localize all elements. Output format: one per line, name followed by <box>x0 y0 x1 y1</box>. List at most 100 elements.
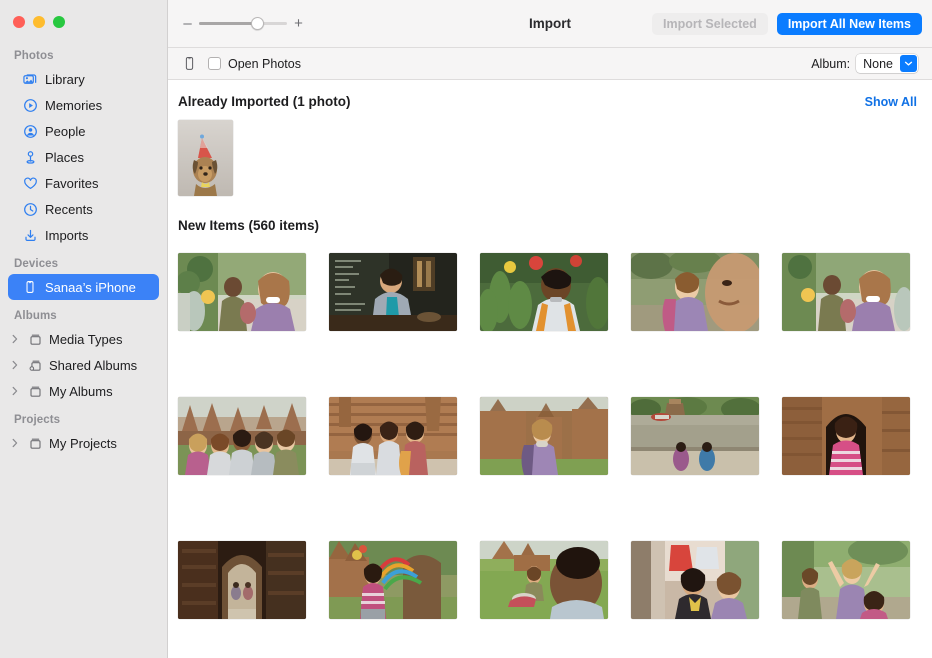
photo-image <box>480 541 608 619</box>
sidebar-item-label: Library <box>45 73 85 86</box>
iphone-icon <box>182 57 196 71</box>
photo-thumbnail[interactable] <box>782 253 910 331</box>
new-items-grid <box>168 233 932 619</box>
toolbar: – + Import Import Selected Import All Ne… <box>168 0 932 48</box>
sidebar-item-label: Shared Albums <box>49 359 137 372</box>
dog-party-hat-photo <box>178 120 233 196</box>
sidebar-item-recents[interactable]: Recents <box>8 196 159 222</box>
sidebar-item-sanaas-iphone[interactable]: Sanaa’s iPhone <box>8 274 159 300</box>
photo-thumbnail[interactable] <box>480 397 608 475</box>
zoom-in-icon[interactable]: + <box>293 16 304 31</box>
photo-thumbnail[interactable] <box>480 253 608 331</box>
import-all-new-items-button[interactable]: Import All New Items <box>777 13 922 35</box>
photo-thumbnail[interactable] <box>631 541 759 619</box>
sidebar-item-label: Recents <box>45 203 93 216</box>
new-items-header: New Items (560 items) <box>168 196 932 233</box>
photo-thumbnail[interactable] <box>329 541 457 619</box>
photo-thumbnail[interactable] <box>329 253 457 331</box>
already-imported-grid <box>168 109 932 196</box>
places-icon <box>22 149 38 165</box>
photo-thumbnail[interactable] <box>782 397 910 475</box>
show-all-link[interactable]: Show All <box>865 95 917 109</box>
chevron-down-icon[interactable] <box>900 55 917 72</box>
sidebar-section-projects-title: Projects <box>0 404 167 430</box>
photo-thumbnail[interactable] <box>178 253 306 331</box>
chevron-right-icon[interactable] <box>10 360 20 370</box>
zoom-slider[interactable] <box>199 17 287 31</box>
photo-image <box>329 541 457 619</box>
shared-album-icon <box>27 357 43 373</box>
open-photos-label: Open Photos <box>228 57 301 71</box>
photo-thumbnail[interactable] <box>480 541 608 619</box>
album-label: Album: <box>811 57 850 71</box>
album-icon <box>27 383 43 399</box>
sidebar-item-favorites[interactable]: Favorites <box>8 170 159 196</box>
import-content[interactable]: Already Imported (1 photo) Show All <box>168 80 932 658</box>
sidebar-item-label: My Albums <box>49 385 113 398</box>
sidebar-section-albums-title: Albums <box>0 300 167 326</box>
sidebar-item-media-types[interactable]: Media Types <box>8 326 159 352</box>
import-options-bar: Open Photos Album: None <box>168 48 932 80</box>
photo-thumbnail[interactable] <box>329 397 457 475</box>
album-icon <box>27 331 43 347</box>
clock-icon <box>22 201 38 217</box>
photo-image <box>329 253 457 331</box>
photo-image <box>480 397 608 475</box>
new-items-heading: New Items (560 items) <box>178 218 319 233</box>
sidebar-item-label: My Projects <box>49 437 117 450</box>
library-icon <box>22 71 38 87</box>
photo-image <box>178 253 306 331</box>
imports-icon <box>22 227 38 243</box>
photos-import-window: Photos Library Memories People Places <box>0 0 932 658</box>
photo-thumbnail[interactable] <box>631 253 759 331</box>
sidebar-item-label: Memories <box>45 99 102 112</box>
photo-thumbnail[interactable] <box>178 120 233 196</box>
photo-thumbnail[interactable] <box>178 397 306 475</box>
photo-image <box>631 541 759 619</box>
sidebar-item-imports[interactable]: Imports <box>8 222 159 248</box>
sidebar-item-my-albums[interactable]: My Albums <box>8 378 159 404</box>
sidebar-item-places[interactable]: Places <box>8 144 159 170</box>
sidebar-section-photos-title: Photos <box>0 42 167 66</box>
close-button[interactable] <box>13 16 25 28</box>
open-photos-checkbox[interactable] <box>208 57 221 70</box>
photo-image <box>631 397 759 475</box>
already-imported-header: Already Imported (1 photo) Show All <box>168 80 932 109</box>
album-icon <box>27 435 43 451</box>
zoom-button[interactable] <box>53 16 65 28</box>
sidebar: Photos Library Memories People Places <box>0 0 168 658</box>
photo-image <box>480 253 608 331</box>
zoom-control[interactable]: – + <box>182 16 304 31</box>
photo-thumbnail[interactable] <box>782 541 910 619</box>
people-icon <box>22 123 38 139</box>
album-popup-button[interactable]: None <box>856 54 918 73</box>
slider-fill <box>199 22 255 25</box>
sidebar-item-library[interactable]: Library <box>8 66 159 92</box>
heart-icon <box>22 175 38 191</box>
sidebar-item-label: Imports <box>45 229 88 242</box>
minimize-button[interactable] <box>33 16 45 28</box>
photo-image <box>782 253 910 331</box>
photo-thumbnail[interactable] <box>631 397 759 475</box>
chevron-right-icon[interactable] <box>10 386 20 396</box>
photo-image <box>178 397 306 475</box>
sidebar-item-label: Sanaa’s iPhone <box>45 281 136 294</box>
sidebar-item-people[interactable]: People <box>8 118 159 144</box>
photo-thumbnail[interactable] <box>178 541 306 619</box>
sidebar-item-memories[interactable]: Memories <box>8 92 159 118</box>
sidebar-item-label: Places <box>45 151 84 164</box>
window-controls <box>0 14 167 42</box>
photo-image <box>329 397 457 475</box>
iphone-icon <box>22 279 38 295</box>
photo-image <box>782 397 910 475</box>
chevron-right-icon[interactable] <box>10 334 20 344</box>
sidebar-item-my-projects[interactable]: My Projects <box>8 430 159 456</box>
already-imported-heading: Already Imported (1 photo) <box>178 94 351 109</box>
import-selected-button[interactable]: Import Selected <box>652 13 768 35</box>
sidebar-item-label: Favorites <box>45 177 98 190</box>
slider-knob[interactable] <box>251 17 264 30</box>
zoom-out-icon[interactable]: – <box>182 16 193 31</box>
sidebar-item-shared-albums[interactable]: Shared Albums <box>8 352 159 378</box>
sidebar-item-label: People <box>45 125 85 138</box>
chevron-right-icon[interactable] <box>10 438 20 448</box>
